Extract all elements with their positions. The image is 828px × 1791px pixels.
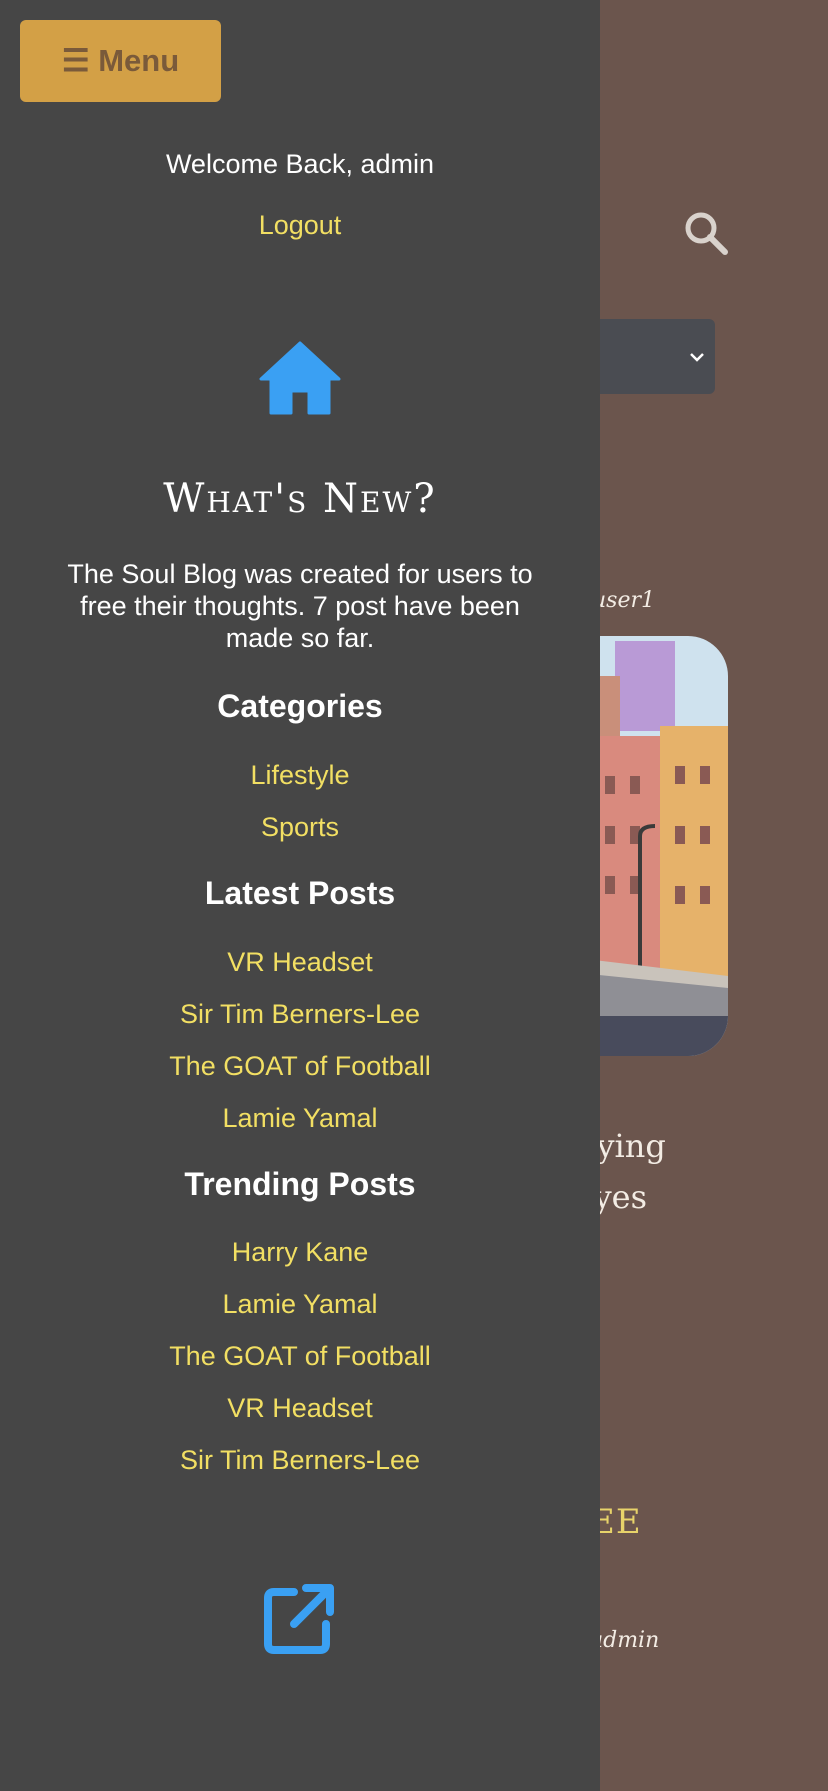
category-link-lifestyle[interactable]: Lifestyle — [0, 760, 600, 791]
latest-post-link[interactable]: Sir Tim Berners-Lee — [0, 999, 600, 1030]
post-author: user1 — [592, 588, 655, 613]
trending-post-link[interactable]: VR Headset — [0, 1393, 600, 1424]
welcome-message: Welcome Back, admin — [165, 149, 435, 179]
search-icon[interactable] — [683, 210, 729, 256]
external-link-icon[interactable] — [262, 1580, 338, 1656]
side-menu: ☰ Menu Welcome Back, admin Logout What's… — [0, 0, 600, 1791]
blog-intro-text: The Soul Blog was created for users to f… — [67, 559, 533, 653]
trending-post-link[interactable]: The GOAT of Football — [0, 1341, 600, 1372]
latest-posts-heading: Latest Posts — [204, 875, 396, 911]
home-icon[interactable] — [259, 341, 341, 415]
trending-posts-heading: Trending Posts — [184, 1166, 416, 1202]
trending-post-link[interactable]: Sir Tim Berners-Lee — [0, 1445, 600, 1476]
whats-new-title: What's New? — [163, 476, 437, 522]
categories-heading: Categories — [217, 688, 383, 724]
trending-post-link[interactable]: Harry Kane — [0, 1237, 600, 1268]
chevron-down-icon — [690, 353, 704, 362]
trending-post-link[interactable]: Lamie Yamal — [0, 1289, 600, 1320]
menu-toggle-button[interactable]: ☰ Menu — [20, 20, 221, 102]
latest-post-link[interactable]: The GOAT of Football — [0, 1051, 600, 1082]
category-link-sports[interactable]: Sports — [0, 812, 600, 843]
post-author: admin — [590, 1628, 660, 1653]
logout-link[interactable]: Logout — [0, 210, 600, 241]
latest-post-link[interactable]: Lamie Yamal — [0, 1103, 600, 1134]
latest-post-link[interactable]: VR Headset — [0, 947, 600, 978]
